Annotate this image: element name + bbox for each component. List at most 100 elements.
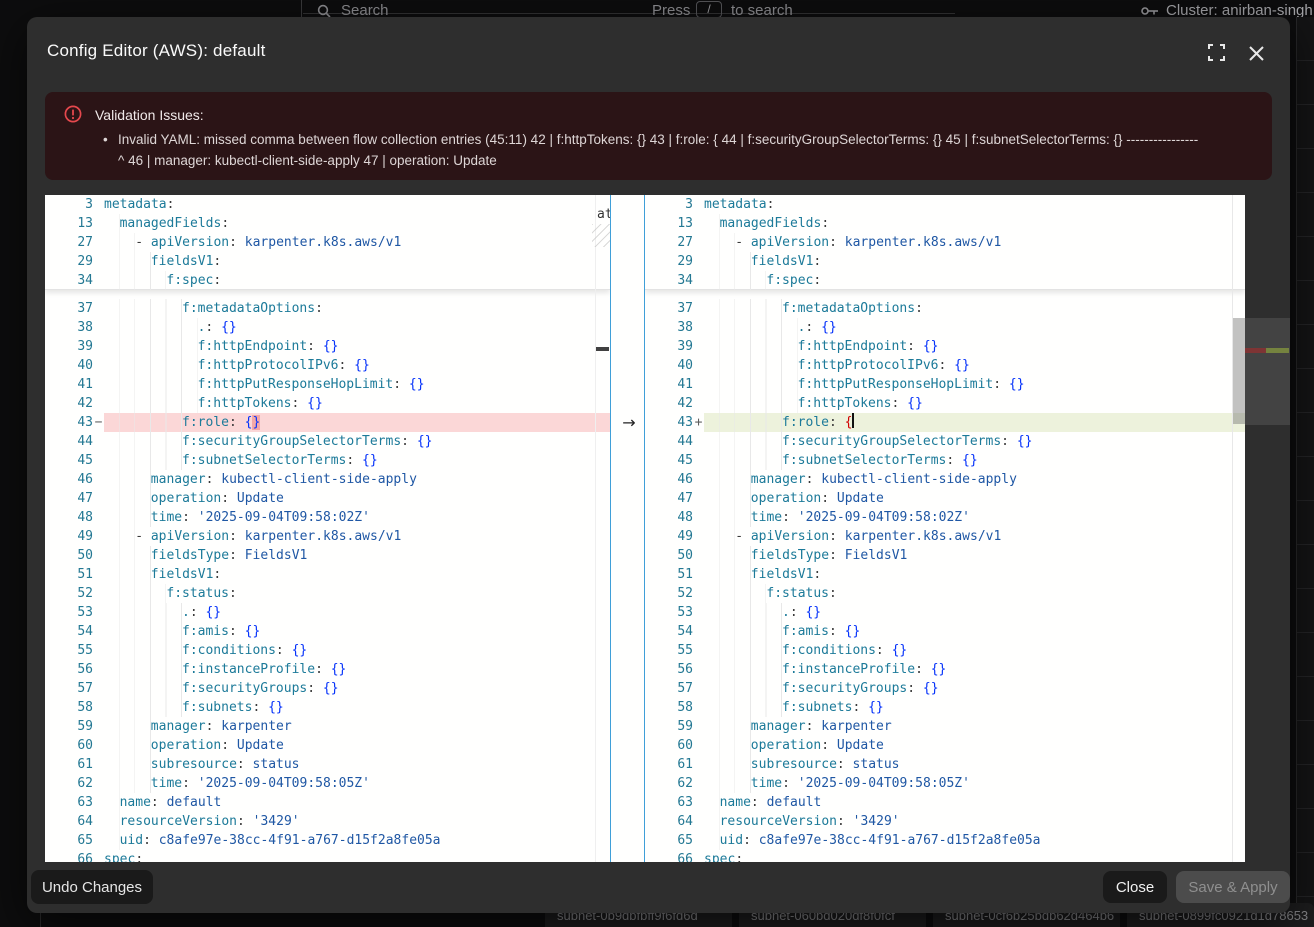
save-apply-button[interactable]: Save & Apply: [1176, 871, 1290, 903]
code-line-40[interactable]: 40f:httpProtocolIPv6: {}: [45, 356, 610, 375]
code-line-38[interactable]: 38.: {}: [45, 318, 610, 337]
line-number[interactable]: 13: [45, 214, 93, 233]
line-number[interactable]: 34: [45, 271, 93, 290]
line-number[interactable]: 64: [45, 812, 93, 831]
line-number[interactable]: 38: [45, 318, 93, 337]
code-line-55[interactable]: 55f:conditions: {}: [645, 641, 1245, 660]
line-number[interactable]: 58: [645, 698, 693, 717]
code-line-41[interactable]: 41f:httpPutResponseHopLimit: {}: [645, 375, 1245, 394]
code-line-65[interactable]: 65uid: c8afe97e-38cc-4f91-a767-d15f2a8fe…: [45, 831, 610, 850]
code-line-41[interactable]: 41f:httpPutResponseHopLimit: {}: [45, 375, 610, 394]
line-number[interactable]: 60: [645, 736, 693, 755]
code-line-53[interactable]: 53.: {}: [45, 603, 610, 622]
line-number[interactable]: 39: [45, 337, 93, 356]
copy-change-arrow-button[interactable]: →: [619, 413, 639, 432]
code-line-43[interactable]: 43+f:role: {: [645, 413, 1245, 432]
line-number[interactable]: 56: [645, 660, 693, 679]
code-line-42[interactable]: 42f:httpTokens: {}: [45, 394, 610, 413]
line-number[interactable]: 45: [45, 451, 93, 470]
code-line-29[interactable]: 29fieldsV1:: [645, 252, 1245, 271]
code-line-56[interactable]: 56f:instanceProfile: {}: [45, 660, 610, 679]
line-number[interactable]: 59: [45, 717, 93, 736]
line-number[interactable]: 3: [645, 195, 693, 214]
line-number[interactable]: 65: [645, 831, 693, 850]
line-number[interactable]: 58: [45, 698, 93, 717]
line-number[interactable]: 47: [45, 489, 93, 508]
line-number[interactable]: 50: [645, 546, 693, 565]
code-line-40[interactable]: 40f:httpProtocolIPv6: {}: [645, 356, 1245, 375]
code-line-57[interactable]: 57f:securityGroups: {}: [45, 679, 610, 698]
code-line-52[interactable]: 52f:status:: [645, 584, 1245, 603]
code-line-51[interactable]: 51fieldsV1:: [45, 565, 610, 584]
line-number[interactable]: 56: [45, 660, 93, 679]
line-number[interactable]: 47: [645, 489, 693, 508]
code-line-27[interactable]: 27- apiVersion: karpenter.k8s.aws/v1: [645, 233, 1245, 252]
code-line-38[interactable]: 38.: {}: [645, 318, 1245, 337]
diff-sash[interactable]: [610, 195, 645, 862]
code-line-60[interactable]: 60operation: Update: [645, 736, 1245, 755]
line-number[interactable]: 63: [45, 793, 93, 812]
line-number[interactable]: 66: [45, 850, 93, 862]
line-number[interactable]: 51: [45, 565, 93, 584]
line-number[interactable]: 44: [645, 432, 693, 451]
code-line-37[interactable]: 37f:metadataOptions:: [45, 299, 610, 318]
code-line-58[interactable]: 58f:subnets: {}: [45, 698, 610, 717]
line-number[interactable]: 59: [645, 717, 693, 736]
overview-ruler-viewport[interactable]: [1245, 318, 1290, 425]
line-number[interactable]: 62: [45, 774, 93, 793]
code-line-47[interactable]: 47operation: Update: [645, 489, 1245, 508]
fullscreen-button[interactable]: [1205, 43, 1227, 65]
code-line-27[interactable]: 27- apiVersion: karpenter.k8s.aws/v1: [45, 233, 610, 252]
line-number[interactable]: 40: [645, 356, 693, 375]
code-line-37[interactable]: 37f:metadataOptions:: [645, 299, 1245, 318]
code-line-55[interactable]: 55f:conditions: {}: [45, 641, 610, 660]
line-number[interactable]: 42: [45, 394, 93, 413]
code-line-64[interactable]: 64resourceVersion: '3429': [645, 812, 1245, 831]
line-number[interactable]: 40: [45, 356, 93, 375]
line-number[interactable]: 43: [45, 413, 93, 432]
line-number[interactable]: 52: [645, 584, 693, 603]
code-line-13[interactable]: 13managedFields:: [645, 214, 1245, 233]
code-line-61[interactable]: 61subresource: status: [645, 755, 1245, 774]
code-line-47[interactable]: 47operation: Update: [45, 489, 610, 508]
code-line-3[interactable]: 3metadata:: [645, 195, 1245, 214]
code-line-48[interactable]: 48time: '2025-09-04T09:58:02Z': [45, 508, 610, 527]
line-number[interactable]: 42: [645, 394, 693, 413]
line-number[interactable]: 3: [45, 195, 93, 214]
line-number[interactable]: 57: [45, 679, 93, 698]
line-number[interactable]: 45: [645, 451, 693, 470]
code-line-50[interactable]: 50fieldsType: FieldsV1: [645, 546, 1245, 565]
line-number[interactable]: 57: [645, 679, 693, 698]
line-number[interactable]: 39: [645, 337, 693, 356]
line-number[interactable]: 29: [645, 252, 693, 271]
code-line-57[interactable]: 57f:securityGroups: {}: [645, 679, 1245, 698]
line-number[interactable]: 54: [45, 622, 93, 641]
code-line-52[interactable]: 52f:status:: [45, 584, 610, 603]
line-number[interactable]: 46: [45, 470, 93, 489]
code-line-13[interactable]: 13managedFields:: [45, 214, 610, 233]
code-line-43[interactable]: 43−f:role: {}: [45, 413, 610, 432]
line-number[interactable]: 41: [45, 375, 93, 394]
line-number[interactable]: 52: [45, 584, 93, 603]
line-number[interactable]: 55: [645, 641, 693, 660]
line-number[interactable]: 53: [45, 603, 93, 622]
line-number[interactable]: 64: [645, 812, 693, 831]
code-line-53[interactable]: 53.: {}: [645, 603, 1245, 622]
code-line-46[interactable]: 46manager: kubectl-client-side-apply: [45, 470, 610, 489]
code-line-44[interactable]: 44f:securityGroupSelectorTerms: {}: [645, 432, 1245, 451]
code-line-49[interactable]: 49- apiVersion: karpenter.k8s.aws/v1: [45, 527, 610, 546]
line-number[interactable]: 37: [645, 299, 693, 318]
code-line-56[interactable]: 56f:instanceProfile: {}: [645, 660, 1245, 679]
code-line-48[interactable]: 48time: '2025-09-04T09:58:02Z': [645, 508, 1245, 527]
line-number[interactable]: 29: [45, 252, 93, 271]
diff-original-pane[interactable]: 37f:metadataOptions:38.: {}39f:httpEndpo…: [45, 195, 610, 862]
code-line-59[interactable]: 59manager: karpenter: [45, 717, 610, 736]
line-number[interactable]: 60: [45, 736, 93, 755]
line-number[interactable]: 41: [645, 375, 693, 394]
line-number[interactable]: 66: [645, 850, 693, 862]
code-line-63[interactable]: 63name: default: [45, 793, 610, 812]
line-number[interactable]: 61: [45, 755, 93, 774]
code-line-62[interactable]: 62time: '2025-09-04T09:58:05Z': [45, 774, 610, 793]
code-line-45[interactable]: 45f:subnetSelectorTerms: {}: [45, 451, 610, 470]
code-line-49[interactable]: 49- apiVersion: karpenter.k8s.aws/v1: [645, 527, 1245, 546]
